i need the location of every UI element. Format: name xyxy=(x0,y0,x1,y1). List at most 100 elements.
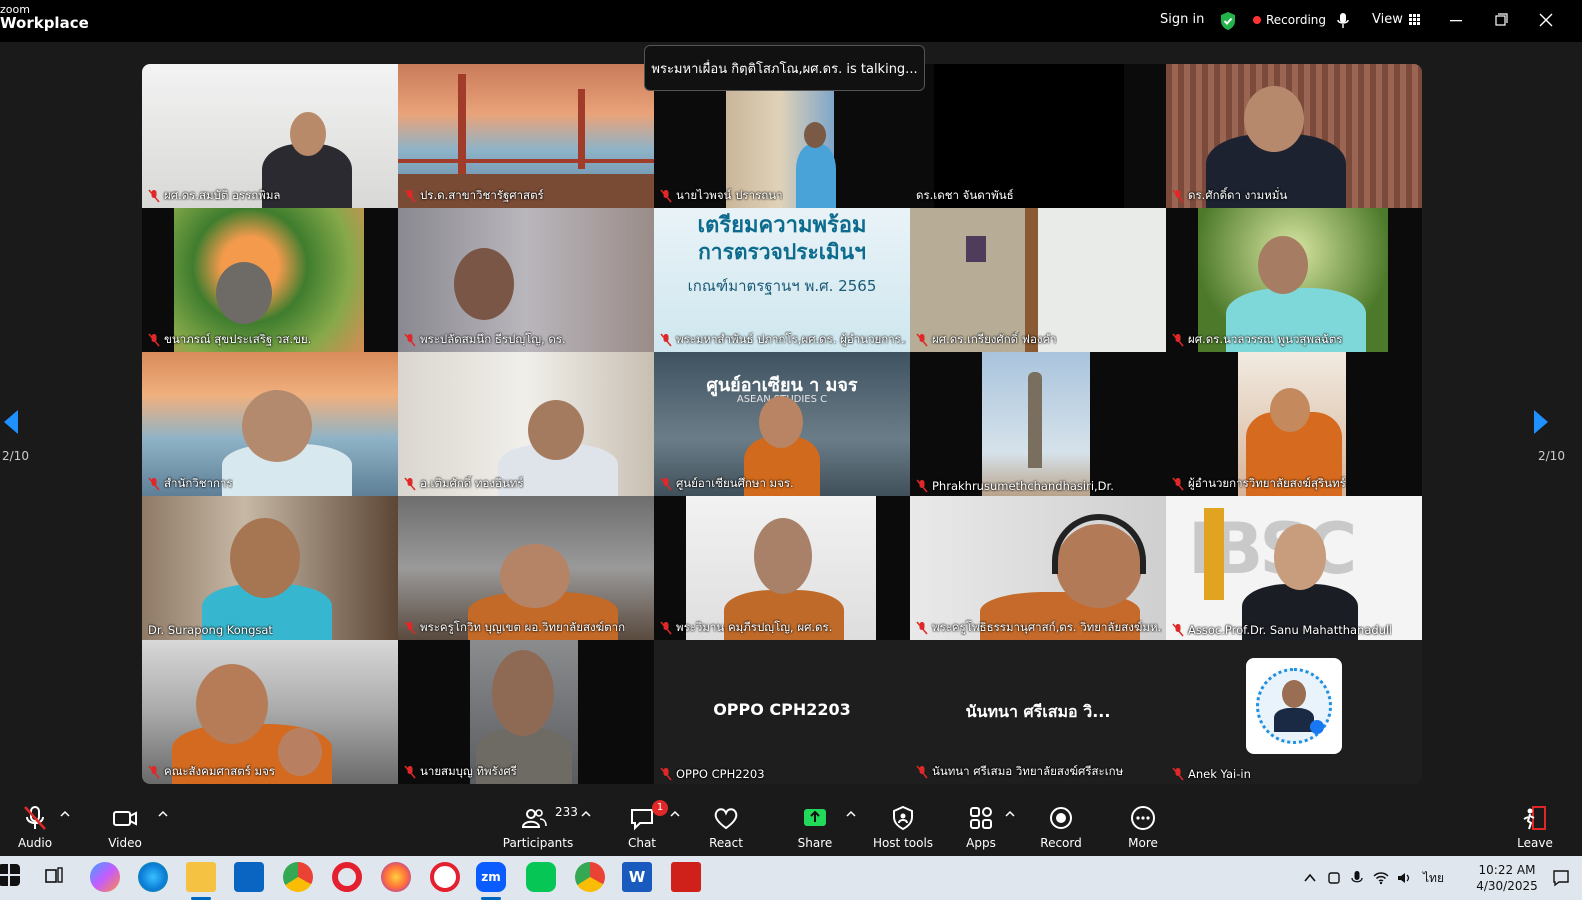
shield-icon xyxy=(893,805,913,831)
view-button[interactable]: View xyxy=(1372,12,1420,27)
muted-mic-icon xyxy=(148,189,160,203)
shield-check-icon[interactable] xyxy=(1219,11,1237,31)
chat-options-caret-icon[interactable] xyxy=(670,810,680,818)
host-tools-button[interactable]: Host tools xyxy=(868,802,938,852)
participant-tile[interactable]: IBSC Assoc.Prof.Dr. Sanu Mahatthanadull xyxy=(1166,496,1422,640)
word-icon[interactable]: W xyxy=(622,862,652,892)
participant-tile[interactable]: Phrakhrusumethchandhasiri,Dr. xyxy=(910,352,1166,496)
participant-tile[interactable]: ปร.ด.สาขาวิชารัฐศาสตร์ xyxy=(398,64,654,208)
participant-tile[interactable]: พระครูโพธิธรรมานุศาสก์,ดร. วิทยาลัยสงฆ์ม… xyxy=(910,496,1166,640)
grid-icon xyxy=(1408,14,1420,25)
participant-tile[interactable]: ดร.ศักดิ์ดา งามหมั่น xyxy=(1166,64,1422,208)
participant-tile[interactable]: คณะสังคมศาสตร์ มจร xyxy=(142,640,398,784)
participant-tile[interactable]: พระครูโกวิท บุญเขต ผอ.วิทยาลัยสงฆ์ตาก xyxy=(398,496,654,640)
participant-tile[interactable]: ผศ.ดร.นวลวรรณ พูนวสุพลฉัตร xyxy=(1166,208,1422,352)
muted-mic-icon xyxy=(916,765,928,779)
participant-tile[interactable]: Anek Yai-in xyxy=(1166,640,1422,784)
leave-button[interactable]: Leave xyxy=(1500,802,1570,852)
apps-options-caret-icon[interactable] xyxy=(1005,810,1015,818)
muted-mic-icon xyxy=(1172,189,1184,203)
participant-name: ขนาภรณ์ สุขประเสริฐ วส.ขย. xyxy=(148,331,311,349)
participant-tile[interactable]: สำนักวิชาการ xyxy=(142,352,398,496)
minimize-icon[interactable] xyxy=(1446,10,1466,30)
avatar xyxy=(1246,658,1342,754)
muted-mic-icon xyxy=(404,333,416,347)
speaker-icon[interactable] xyxy=(1396,870,1412,886)
app-tray-icon[interactable] xyxy=(1326,870,1342,886)
muted-mic-icon xyxy=(404,621,416,635)
participants-options-caret-icon[interactable] xyxy=(581,810,591,818)
video-options-caret-icon[interactable] xyxy=(158,810,168,818)
participant-tile[interactable]: Dr. Surapong Kongsat xyxy=(142,496,398,640)
restore-icon[interactable] xyxy=(1491,10,1511,30)
participant-tile[interactable]: ผู้อำนวยการวิทยาลัยสงฆ์สุรินทร์ xyxy=(1166,352,1422,496)
microphone-icon[interactable] xyxy=(1336,12,1350,30)
participant-name: Phrakhrusumethchandhasiri,Dr. xyxy=(916,479,1114,493)
next-page-arrow-icon[interactable] xyxy=(1532,408,1550,436)
participant-tile[interactable]: อ.เติมศักดิ์ ทองอินทร์ xyxy=(398,352,654,496)
edge-browser-icon[interactable] xyxy=(138,862,168,892)
acrobat-icon[interactable] xyxy=(671,862,701,892)
line-messenger-icon[interactable] xyxy=(526,862,556,892)
participant-name: Dr. Surapong Kongsat xyxy=(148,623,273,637)
microphone-tray-icon[interactable] xyxy=(1349,870,1365,886)
recording-indicator[interactable]: Recording xyxy=(1253,13,1326,27)
task-view-icon[interactable] xyxy=(44,865,64,885)
heart-icon xyxy=(714,808,738,830)
opera-icon[interactable] xyxy=(332,862,362,892)
more-button[interactable]: More xyxy=(1108,802,1178,852)
participant-name: พระวิมาน คมฺภีรปญฺโญ, ผศ.ดร. xyxy=(660,619,832,637)
previous-page-arrow-icon[interactable] xyxy=(2,408,20,436)
participant-tile[interactable]: พระวิมาน คมฺภีรปญฺโญ, ผศ.ดร. xyxy=(654,496,910,640)
copilot-icon[interactable] xyxy=(90,862,120,892)
muted-mic-icon xyxy=(916,621,928,635)
muted-mic-icon xyxy=(660,333,672,347)
muted-mic-icon xyxy=(404,765,416,779)
muted-mic-icon xyxy=(148,765,160,779)
participant-tile[interactable]: ผศ.ดร.สมบัติ อรรถพิมล xyxy=(142,64,398,208)
chrome-profile-icon[interactable] xyxy=(575,862,605,892)
zoom-icon[interactable]: zm xyxy=(476,862,506,892)
system-clock[interactable]: 10:22 AM 4/30/2025 xyxy=(1472,862,1542,894)
participant-tile[interactable]: ผศ.ดร.เกรียงศักดิ์ ฟองคำ xyxy=(910,208,1166,352)
participant-tile[interactable]: พระปลัดสมนึก ธีรปญฺโญ, ดร. xyxy=(398,208,654,352)
chrome-icon[interactable] xyxy=(283,862,313,892)
notification-icon[interactable] xyxy=(1552,869,1570,887)
sign-in-button[interactable]: Sign in xyxy=(1160,12,1204,27)
participant-tile[interactable]: OPPO CPH2203 OPPO CPH2203 xyxy=(654,640,910,784)
participant-name: พระครูโกวิท บุญเขต ผอ.วิทยาลัยสงฆ์ตาก xyxy=(404,619,625,637)
record-button[interactable]: Record xyxy=(1026,802,1096,852)
tile-slide-subtitle: การตรวจประเมินฯ xyxy=(698,240,866,264)
participant-tile[interactable]: ขนาภรณ์ สุขประเสริฐ วส.ขย. xyxy=(142,208,398,352)
firefox-icon[interactable] xyxy=(381,862,411,892)
participant-name: ศูนย์อาเซียนศึกษา มจร. xyxy=(660,475,794,493)
tile-slide-title: เตรียมความพร้อม xyxy=(697,213,867,238)
participant-tile[interactable]: นันทนา ศรีเสมอ วิ... นันทนา ศรีเสมอ วิทย… xyxy=(910,640,1166,784)
app-circle-icon[interactable] xyxy=(430,862,460,892)
participant-name: นันทนา ศรีเสมอ วิทยาลัยสงฆ์ศรีสะเกษ xyxy=(916,763,1123,781)
participant-tile[interactable]: ศูนย์อาเซียน า มจร ASEAN STUDIES C ศูนย์… xyxy=(654,352,910,496)
participant-name: OPPO CPH2203 xyxy=(660,767,765,781)
react-button[interactable]: React xyxy=(691,802,761,852)
audio-options-caret-icon[interactable] xyxy=(60,810,70,818)
wifi-icon[interactable] xyxy=(1373,870,1389,886)
recording-label: Recording xyxy=(1266,13,1327,27)
participant-tile[interactable]: ดร.เดชา จันดาพันธ์ xyxy=(910,64,1166,208)
share-button[interactable]: Share xyxy=(780,802,850,852)
video-button[interactable]: Video xyxy=(90,802,160,852)
outlook-icon[interactable] xyxy=(234,862,264,892)
file-explorer-icon[interactable] xyxy=(186,862,216,892)
windows-start-icon[interactable] xyxy=(0,864,20,886)
share-options-caret-icon[interactable] xyxy=(846,810,856,818)
recording-dot-icon xyxy=(1253,16,1261,24)
chevron-up-icon[interactable] xyxy=(1302,870,1318,886)
muted-mic-icon xyxy=(1172,623,1184,637)
participant-tile[interactable]: เตรียมความพร้อม การตรวจประเมินฯ เกณฑ์มาต… xyxy=(654,208,910,352)
participant-name: ดร.เดชา จันดาพันธ์ xyxy=(916,188,1014,202)
active-speaker-banner: พระมหาเผื่อน กิตฺติโสภโณ,ผศ.ดร. is talki… xyxy=(644,45,925,91)
participant-tile[interactable]: นายสมบุญ ทิพรังศรี xyxy=(398,640,654,784)
participant-name: นายสมบุญ ทิพรังศรี xyxy=(404,763,517,781)
participant-name: พระครูโพธิธรรมานุศาสก์,ดร. วิทยาลัยสงฆ์ม… xyxy=(916,619,1162,637)
input-language-indicator[interactable]: ไทย xyxy=(1423,869,1444,888)
close-icon[interactable] xyxy=(1536,10,1556,30)
